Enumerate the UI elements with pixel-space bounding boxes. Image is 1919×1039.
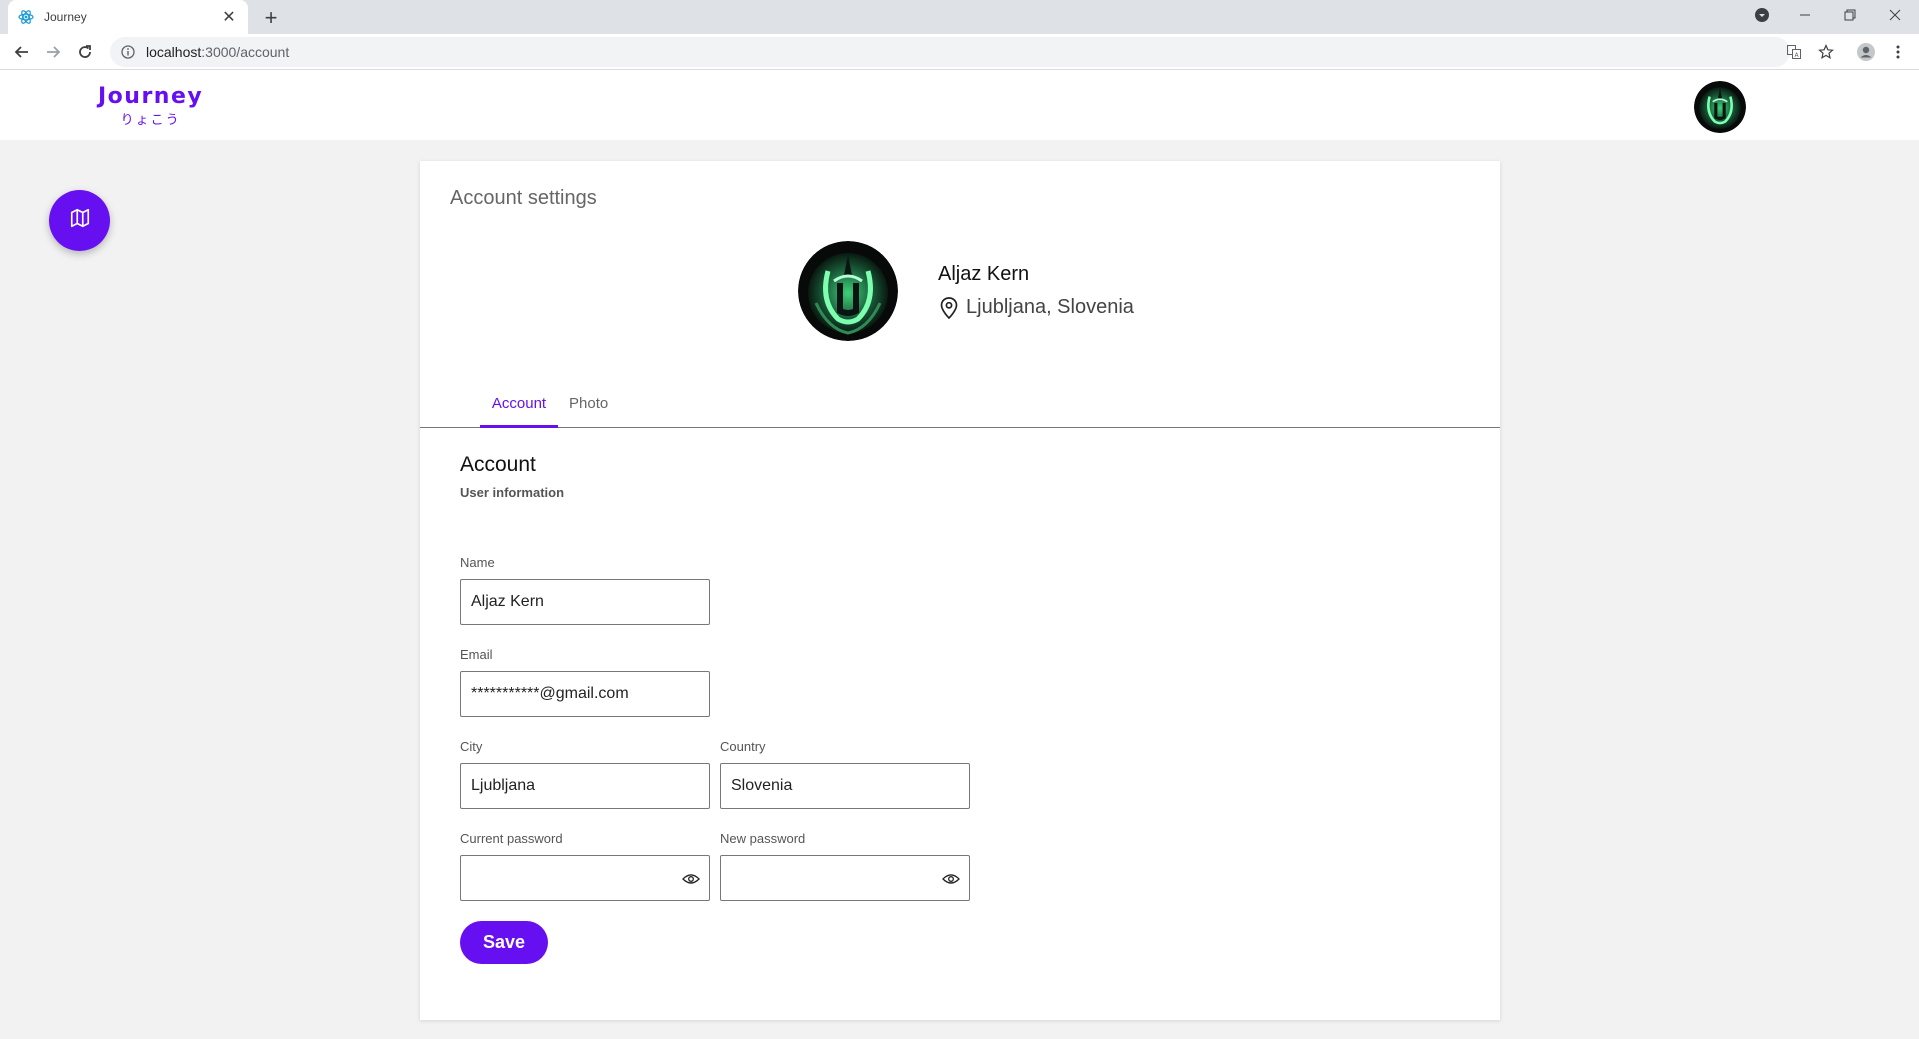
account-icon[interactable] (1851, 37, 1881, 67)
profile-avatar (798, 241, 898, 341)
email-field[interactable] (460, 671, 710, 717)
browser-tabstrip: Journey ✕ + (0, 0, 1919, 34)
close-window-icon[interactable] (1875, 0, 1915, 30)
menu-dots-icon[interactable] (1883, 37, 1913, 67)
profile-name: Aljaz Kern (938, 263, 1030, 285)
name-field[interactable] (460, 579, 710, 625)
new-tab-button[interactable]: + (258, 5, 284, 31)
back-arrow-icon[interactable] (8, 38, 36, 66)
email-label: Email (460, 647, 493, 662)
current-password-field[interactable] (460, 855, 710, 901)
country-input[interactable] (731, 764, 969, 808)
browser-toolbar: localhost:3000/account A (0, 34, 1919, 70)
browser-tab[interactable]: Journey ✕ (8, 0, 248, 34)
save-button[interactable]: Save (460, 921, 548, 964)
translate-icon[interactable]: A (1779, 37, 1809, 67)
info-icon[interactable] (120, 44, 136, 60)
city-input[interactable] (471, 764, 709, 808)
email-input[interactable] (471, 672, 709, 716)
map-button[interactable] (49, 190, 110, 251)
name-input[interactable] (471, 580, 709, 624)
current-password-input[interactable] (471, 856, 709, 900)
tab-account[interactable]: Account (480, 391, 558, 428)
location-pin-icon (938, 296, 960, 319)
app-header: Journey りょこう (0, 70, 1919, 140)
section-subtitle: User information (460, 485, 565, 500)
country-label: Country (720, 739, 766, 754)
new-password-label: New password (720, 831, 806, 846)
new-password-field[interactable] (720, 855, 970, 901)
brand-title: Journey (98, 84, 204, 109)
url-text: localhost:3000/account (146, 44, 290, 60)
brand-logo[interactable]: Journey りょこう (98, 84, 203, 128)
profile-location: Ljubljana, Slovenia (938, 296, 1134, 319)
browser-tab-title: Journey (44, 10, 87, 24)
settings-tabs: Account Photo (420, 391, 1500, 428)
eye-icon[interactable] (681, 869, 701, 889)
reload-icon[interactable] (71, 38, 99, 66)
page-title: Account settings (450, 187, 597, 209)
name-label: Name (460, 555, 495, 570)
react-atom-icon (18, 9, 34, 25)
restore-icon[interactable] (1830, 0, 1870, 30)
eye-icon[interactable] (941, 869, 961, 889)
tab-photo[interactable]: Photo (569, 391, 608, 428)
bookmark-star-icon[interactable] (1811, 37, 1841, 67)
brand-subtitle: りょこう (120, 113, 181, 128)
new-password-input[interactable] (731, 856, 969, 900)
city-field[interactable] (460, 763, 710, 809)
close-tab-icon[interactable]: ✕ (220, 8, 238, 26)
user-avatar[interactable] (1694, 81, 1746, 133)
section-title: Account (460, 453, 536, 476)
account-settings-card: Account settings Aljaz Kern Ljubljana, S… (420, 161, 1500, 1020)
minimize-icon[interactable] (1785, 0, 1825, 30)
country-field[interactable] (720, 763, 970, 809)
address-bar[interactable]: localhost:3000/account (110, 37, 1790, 67)
current-password-label: Current password (460, 831, 563, 846)
forward-arrow-icon[interactable] (39, 38, 67, 66)
city-label: City (460, 739, 483, 754)
profile-menu-icon[interactable] (1742, 0, 1782, 30)
profile-location-text: Ljubljana, Slovenia (966, 296, 1134, 318)
map-icon (69, 207, 91, 234)
